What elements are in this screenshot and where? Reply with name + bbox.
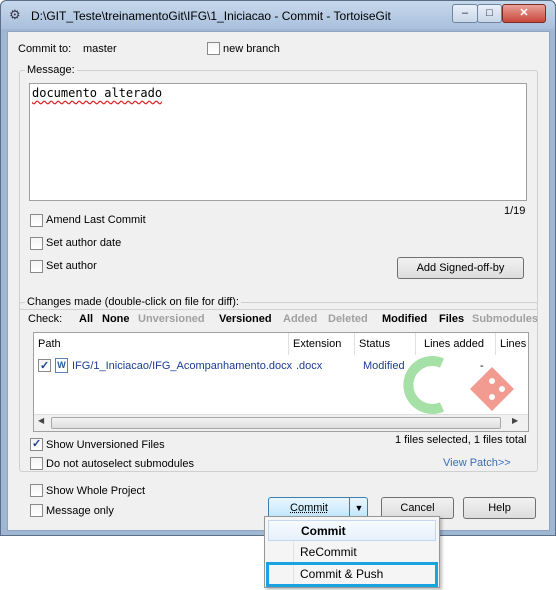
check-filter-bar: Check: All None Unversioned Versioned Ad… — [28, 313, 548, 327]
close-button[interactable]: ✕ — [502, 4, 546, 23]
set-author-date-checkbox[interactable] — [30, 237, 43, 250]
column-header-status[interactable]: Status — [355, 333, 416, 355]
set-author-label: Set author — [46, 260, 97, 272]
tortoisegit-app-icon: ⚙ — [9, 7, 21, 22]
amend-last-commit-checkbox[interactable] — [30, 214, 43, 227]
changes-label: Changes made (double-click on file for d… — [25, 296, 241, 308]
no-autoselect-submodules-label: Do not autoselect submodules — [46, 458, 194, 470]
changed-files-list[interactable]: Path Extension Status Lines added Lines … — [33, 332, 529, 432]
file-status: Modified — [363, 360, 405, 372]
commit-to-label: Commit to: — [18, 43, 72, 55]
filter-submodules: Submodules — [472, 313, 539, 325]
view-patch-link[interactable]: View Patch>> — [443, 457, 511, 469]
set-author-date-label: Set author date — [46, 237, 122, 249]
column-header-extension[interactable]: Extension — [289, 333, 355, 355]
title-bar[interactable]: ⚙ D:\GIT_Teste\treinamentoGit\IFG\1_Inic… — [1, 1, 555, 29]
message-counter: 1/19 — [504, 205, 526, 217]
window-title: D:\GIT_Teste\treinamentoGit\IFG\1_Inicia… — [31, 9, 391, 23]
show-whole-project-label: Show Whole Project — [46, 485, 146, 497]
message-only-checkbox[interactable] — [30, 504, 43, 517]
filter-added: Added — [283, 313, 318, 325]
filter-all[interactable]: All — [79, 313, 93, 325]
commit-button-label: Commit — [290, 502, 328, 514]
message-textarea[interactable]: documento alterado — [29, 83, 527, 201]
show-whole-project-checkbox[interactable] — [30, 484, 43, 497]
check-label: Check: — [28, 313, 63, 325]
menu-item-recommit[interactable]: ReCommit — [268, 542, 436, 563]
column-header-lines-removed[interactable]: Lines — [496, 333, 528, 355]
scrollbar-thumb[interactable] — [51, 417, 501, 429]
help-button[interactable]: Help — [463, 497, 536, 519]
scroll-right-icon[interactable]: ▶ — [512, 416, 518, 425]
commit-and-push-highlight — [266, 562, 438, 587]
commit-window: ⚙ D:\GIT_Teste\treinamentoGit\IFG\1_Inic… — [0, 0, 556, 536]
file-row-checkbox[interactable] — [38, 358, 51, 374]
message-label: Message: — [25, 64, 77, 76]
show-unversioned-label: Show Unversioned Files — [46, 439, 165, 451]
filter-versioned[interactable]: Versioned — [219, 313, 272, 325]
minimize-button[interactable]: – — [452, 4, 478, 23]
filter-modified[interactable]: Modified — [382, 313, 427, 325]
dialog-body: Commit to: master new branch Message: do… — [7, 31, 550, 531]
tortoisegit-watermark-logo — [403, 356, 514, 414]
no-autoselect-submodules-checkbox[interactable] — [30, 457, 43, 470]
branch-name: master — [83, 43, 117, 55]
dropdown-arrow-icon[interactable]: ▼ — [349, 498, 368, 518]
filter-files[interactable]: Files — [439, 313, 464, 325]
horizontal-scrollbar[interactable]: ◀ ▶ — [34, 414, 528, 431]
filter-unversioned: Unversioned — [138, 313, 205, 325]
maximize-button[interactable]: □ — [477, 4, 502, 23]
new-branch-checkbox[interactable] — [207, 42, 220, 55]
amend-last-commit-label: Amend Last Commit — [46, 214, 146, 226]
add-signed-off-by-button[interactable]: Add Signed-off-by — [397, 257, 524, 279]
file-extension: .docx — [296, 360, 323, 372]
files-summary: 1 files selected, 1 files total — [395, 434, 527, 446]
show-unversioned-checkbox[interactable] — [30, 437, 43, 451]
word-document-icon: W — [55, 358, 68, 373]
filter-deleted: Deleted — [328, 313, 368, 325]
file-path: IFG/1_Iniciacao/IFG_Acompanhamento.docx — [72, 360, 293, 372]
set-author-checkbox[interactable] — [30, 260, 43, 273]
menu-item-commit[interactable]: Commit — [268, 520, 436, 541]
scroll-left-icon[interactable]: ◀ — [38, 416, 44, 425]
column-header-path[interactable]: Path — [34, 333, 289, 355]
new-branch-label: new branch — [223, 43, 280, 55]
filter-none[interactable]: None — [102, 313, 130, 325]
message-text: documento alterado — [32, 86, 163, 100]
column-header-lines-added[interactable]: Lines added — [416, 333, 496, 355]
message-only-label: Message only — [46, 505, 114, 517]
